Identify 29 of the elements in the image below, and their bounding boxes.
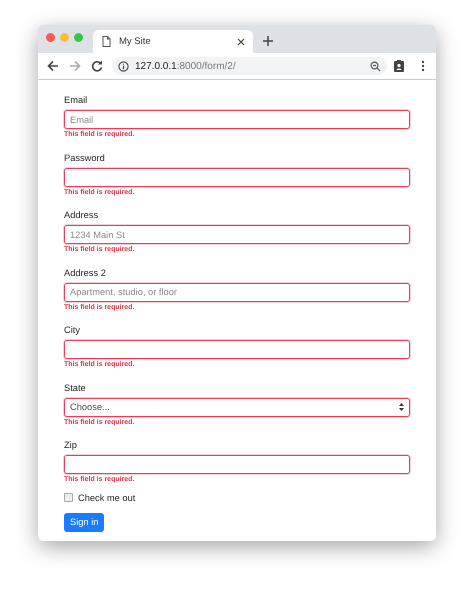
- checkbox-label[interactable]: Check me out: [78, 492, 136, 502]
- tab-title: My Site: [119, 36, 152, 47]
- field-label: State: [64, 382, 86, 394]
- field-label: City: [64, 324, 80, 336]
- reload-icon[interactable]: [90, 59, 104, 73]
- page-icon: [102, 36, 111, 47]
- back-icon[interactable]: [46, 59, 60, 73]
- field-label: Password: [64, 152, 105, 164]
- field-label: Address: [64, 209, 98, 221]
- input-field[interactable]: [64, 168, 410, 186]
- zoom-icon[interactable]: [370, 60, 381, 72]
- field-label: Address 2: [64, 266, 106, 278]
- input-field[interactable]: Apartment, studio, or floor: [64, 282, 410, 302]
- clipboard-icon[interactable]: [392, 59, 406, 73]
- field-label: Email: [64, 94, 88, 106]
- field-label: Zip: [64, 439, 77, 451]
- sort-arrows-icon: [399, 403, 404, 411]
- new-tab-icon[interactable]: [262, 35, 274, 47]
- close-icon[interactable]: [237, 38, 245, 46]
- input-field[interactable]: Email: [64, 110, 410, 129]
- input-field[interactable]: [64, 455, 410, 474]
- input-field[interactable]: 1234 Main St: [64, 225, 410, 244]
- info-icon[interactable]: [118, 60, 129, 72]
- sign-in-button[interactable]: Sign in: [64, 512, 104, 532]
- address-bar[interactable]: 127.0.0.1:8000/form/2/: [112, 57, 387, 75]
- input-field[interactable]: [64, 340, 410, 359]
- checkbox[interactable]: [64, 493, 73, 502]
- browser-tab[interactable]: My Site: [93, 30, 253, 53]
- state-dropdown[interactable]: Choose...: [64, 398, 410, 416]
